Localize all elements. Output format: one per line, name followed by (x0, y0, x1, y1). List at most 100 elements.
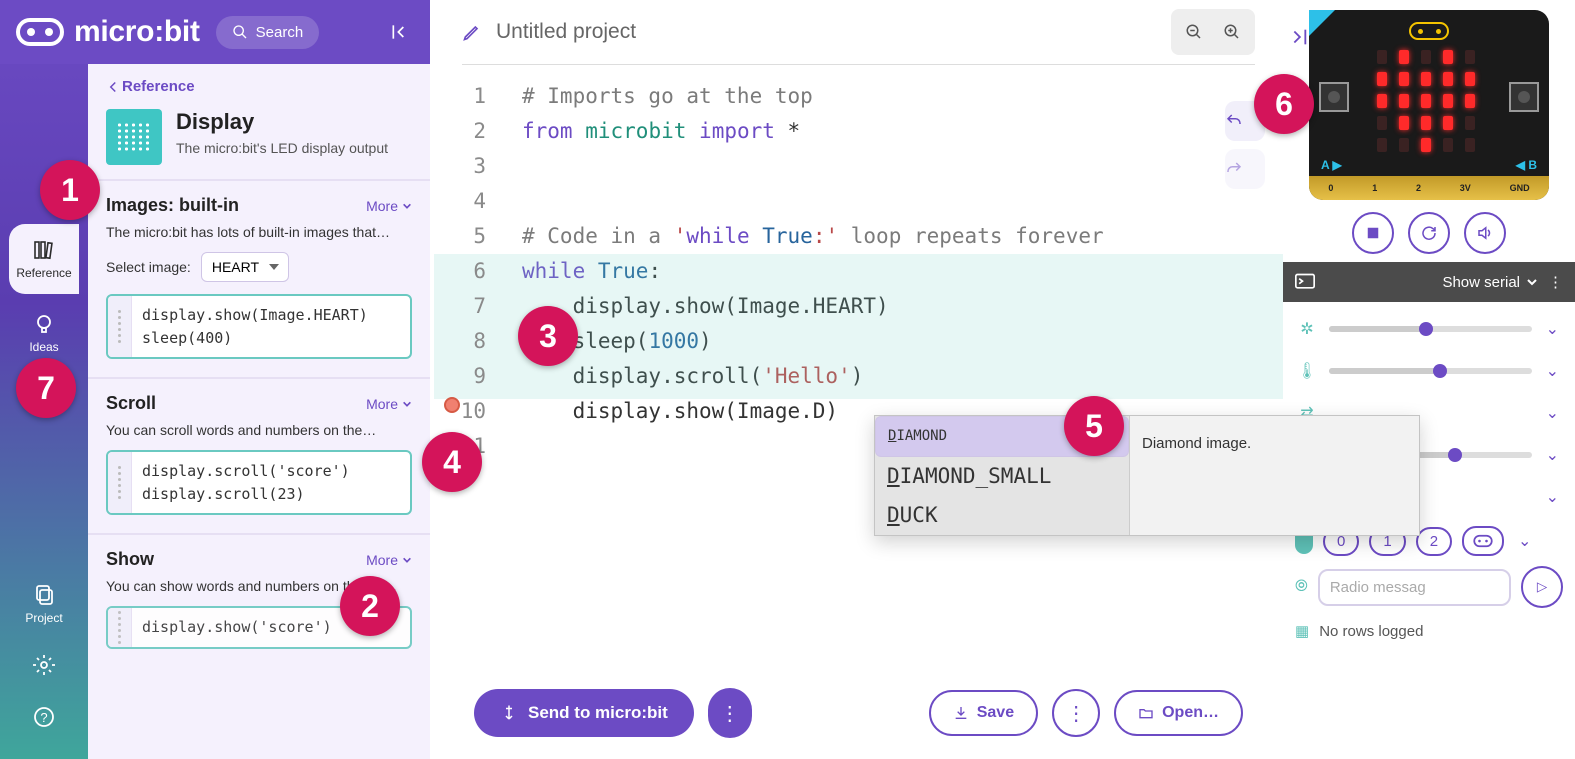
sim-mute-button[interactable] (1464, 212, 1506, 254)
annotation-1: 1 (40, 160, 100, 220)
serial-bar[interactable]: Show serial ⋮ (1283, 262, 1575, 302)
collapse-sidebar-button[interactable] (386, 18, 414, 46)
doc-thumbnail (106, 109, 162, 165)
nav-help[interactable]: ? (9, 695, 79, 743)
radio-send-button[interactable]: ▷ (1521, 566, 1563, 608)
serial-menu-button[interactable]: ⋮ (1548, 273, 1563, 291)
brand-logo: micro:bit (16, 15, 200, 49)
select-image-label: Select image: (106, 259, 191, 275)
nav-ideas-label: Ideas (29, 340, 58, 354)
section-more-link[interactable]: More (366, 396, 412, 412)
pencil-icon[interactable] (462, 22, 482, 42)
error-marker[interactable] (444, 397, 460, 413)
microbit-logo-icon (16, 16, 64, 48)
copy-icon (32, 583, 56, 607)
temperature-slider[interactable] (1329, 368, 1532, 374)
redo-icon (1225, 160, 1243, 178)
sim-reset-button[interactable] (1408, 212, 1450, 254)
radio-icon: ⦾ (1295, 578, 1308, 596)
zoom-in-button[interactable] (1215, 15, 1249, 49)
expand-sensor-button[interactable]: ⌄ (1542, 315, 1563, 343)
chevron-down-icon (402, 555, 412, 565)
autocomplete-item[interactable]: DIAMOND_SMALL (875, 457, 1129, 496)
section-more-link[interactable]: More (366, 198, 412, 214)
sensor-light: ✲ ⌄ (1295, 308, 1563, 350)
radio-message-input[interactable]: Radio messag (1318, 569, 1511, 606)
microbit-simulator[interactable]: A ▶ ◀ B 0123VGND (1309, 10, 1549, 200)
doc-subtitle: The micro:bit's LED display output (176, 139, 388, 158)
zoom-out-button[interactable] (1177, 15, 1211, 49)
editor-toolbar (434, 0, 1283, 64)
drag-handle-icon[interactable] (108, 608, 132, 647)
refresh-icon (1420, 224, 1438, 242)
light-slider[interactable] (1329, 326, 1532, 332)
lightbulb-icon (32, 312, 56, 336)
expand-sensor-button[interactable]: ⌄ (1542, 483, 1563, 511)
pin-logo-button[interactable] (1462, 526, 1504, 556)
undo-icon (1225, 112, 1243, 130)
breadcrumb-reference[interactable]: Reference (88, 64, 430, 103)
sim-stop-button[interactable] (1352, 212, 1394, 254)
help-icon: ? (32, 705, 56, 729)
section-more-link[interactable]: More (366, 552, 412, 568)
sim-label-b: ◀ B (1516, 158, 1537, 172)
expand-sensor-button[interactable]: ⌄ (1542, 441, 1563, 469)
send-to-microbit-button[interactable]: Send to micro:bit (474, 689, 694, 737)
code-snippet[interactable]: display.scroll('score') display.scroll(2… (106, 450, 412, 515)
expand-sensor-button[interactable]: ⌄ (1514, 527, 1535, 555)
chevron-down-icon (1526, 276, 1538, 288)
nav-project[interactable]: Project (9, 569, 79, 639)
sim-button-a[interactable] (1319, 82, 1349, 112)
annotation-2: 2 (340, 576, 400, 636)
annotation-7: 7 (16, 358, 76, 418)
zoom-in-icon (1223, 23, 1241, 41)
doc-title: Display (176, 109, 388, 135)
section-title: Scroll (106, 393, 156, 414)
code-editor[interactable]: 1234567891011 # Imports go at the topfro… (434, 65, 1283, 759)
section-desc: You can scroll words and numbers on the… (106, 422, 412, 438)
drag-handle-icon[interactable] (108, 296, 132, 357)
autocomplete-doc: Diamond image. (1129, 416, 1419, 535)
save-button[interactable]: Save (929, 690, 1038, 736)
temperature-sensor-icon: 🌡 (1295, 361, 1319, 381)
sim-edge-pins[interactable]: 0123VGND (1309, 176, 1549, 200)
annotation-6: 6 (1254, 74, 1314, 134)
nav-reference[interactable]: Reference (9, 224, 79, 294)
datalog-icon: ▦ (1295, 622, 1309, 640)
annotation-3: 3 (518, 306, 578, 366)
redo-button[interactable] (1225, 149, 1265, 189)
expand-sensor-button[interactable]: ⌄ (1542, 399, 1563, 427)
section-title: Show (106, 549, 154, 570)
data-log-row: ▦ No rows logged (1295, 610, 1563, 652)
chevron-left-icon (108, 81, 118, 93)
speaker-icon (1476, 224, 1494, 242)
expand-sensor-button[interactable]: ⌄ (1542, 357, 1563, 385)
code-snippet[interactable]: display.show(Image.HEART) sleep(400) (106, 294, 412, 359)
save-menu-button[interactable]: ⋮ (1052, 689, 1100, 737)
project-name-input[interactable] (496, 20, 1157, 44)
search-button[interactable]: Search (216, 16, 320, 49)
select-image-dropdown[interactable]: HEART (201, 252, 289, 282)
autocomplete-item[interactable]: DUCK (875, 496, 1129, 535)
sim-button-b[interactable] (1509, 82, 1539, 112)
autocomplete-popup[interactable]: DIAMONDDIAMOND_SMALLDUCK Diamond image. (874, 415, 1420, 536)
search-label: Search (256, 24, 304, 41)
reference-sidebar: Reference Display The micro:bit's LED di… (88, 64, 430, 759)
drag-handle-icon[interactable] (108, 452, 132, 513)
section-scroll: Scroll More You can scroll words and num… (88, 377, 430, 533)
pin-2-button[interactable]: 2 (1416, 527, 1452, 556)
svg-text:?: ? (40, 710, 47, 725)
doc-header: Display The micro:bit's LED display outp… (88, 103, 430, 179)
search-icon (232, 24, 248, 40)
sensor-radio: ⦾ Radio messag ▷ (1295, 564, 1563, 610)
zoom-controls (1171, 9, 1255, 55)
chevron-down-icon (402, 399, 412, 409)
action-bar: Send to micro:bit ⋮ Save ⋮ Open… (434, 679, 1283, 747)
light-sensor-icon: ✲ (1295, 319, 1319, 339)
annotation-4: 4 (422, 432, 482, 492)
open-button[interactable]: Open… (1114, 690, 1243, 736)
log-status: No rows logged (1319, 623, 1423, 640)
gear-icon (32, 653, 56, 677)
nav-settings[interactable] (9, 643, 79, 691)
send-menu-button[interactable]: ⋮ (708, 688, 752, 738)
